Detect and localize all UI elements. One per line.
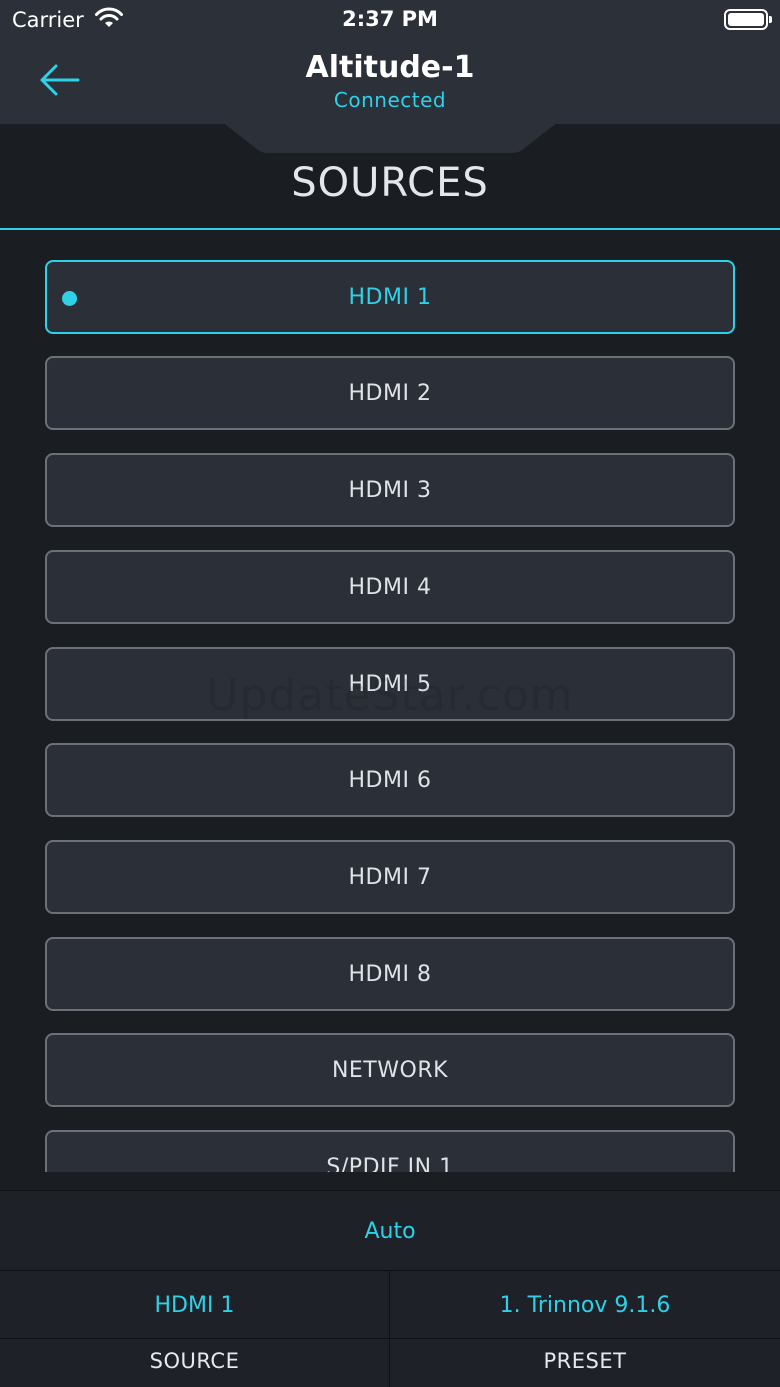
tab-source[interactable]: SOURCE — [0, 1339, 390, 1387]
source-label: HDMI 5 — [348, 672, 432, 697]
nav-header: Altitude-1 Connected — [0, 40, 780, 124]
source-button-hdmi-1[interactable]: HDMI 1 — [45, 260, 735, 334]
status-bar: Carrier 2:37 PM — [0, 0, 780, 40]
battery-icon — [724, 9, 772, 30]
current-preset-value[interactable]: 1. Trinnov 9.1.6 — [390, 1271, 780, 1339]
source-list[interactable]: HDMI 1 HDMI 2 HDMI 3 HDMI 4 HDMI 5 HDMI … — [0, 230, 780, 1172]
tab-preset[interactable]: PRESET — [390, 1339, 780, 1387]
mode-label: Auto — [364, 1219, 416, 1244]
source-button-hdmi-3[interactable]: HDMI 3 — [45, 453, 735, 527]
source-label: NETWORK — [331, 1058, 449, 1083]
source-button-hdmi-6[interactable]: HDMI 6 — [45, 743, 735, 817]
current-source-value[interactable]: HDMI 1 — [0, 1271, 390, 1339]
tab-bar: SOURCE PRESET — [0, 1338, 780, 1387]
source-button-hdmi-4[interactable]: HDMI 4 — [45, 550, 735, 624]
header-notch — [222, 122, 558, 153]
source-label: S/PDIF IN 1 — [326, 1155, 454, 1172]
source-label: HDMI 7 — [348, 865, 432, 890]
source-label: HDMI 3 — [348, 478, 432, 503]
source-button-hdmi-5[interactable]: HDMI 5 — [45, 647, 735, 721]
connection-status: Connected — [333, 88, 447, 112]
device-title: Altitude-1 — [305, 50, 475, 85]
battery-level — [728, 13, 764, 26]
source-button-spdif-in-1[interactable]: S/PDIF IN 1 — [45, 1130, 735, 1172]
source-button-hdmi-7[interactable]: HDMI 7 — [45, 840, 735, 914]
source-label: HDMI 1 — [348, 285, 432, 310]
source-label: HDMI 2 — [348, 381, 432, 406]
tab-values-row: HDMI 1 1. Trinnov 9.1.6 — [0, 1270, 780, 1339]
mode-selector[interactable]: Auto — [0, 1190, 780, 1270]
source-label: HDMI 8 — [348, 962, 432, 987]
source-button-network[interactable]: NETWORK — [45, 1033, 735, 1107]
source-label: HDMI 4 — [348, 575, 432, 600]
source-button-hdmi-2[interactable]: HDMI 2 — [45, 356, 735, 430]
source-button-hdmi-8[interactable]: HDMI 8 — [45, 937, 735, 1011]
clock: 2:37 PM — [342, 7, 438, 31]
section-title: SOURCES — [291, 160, 489, 206]
bottom-panel: Auto HDMI 1 1. Trinnov 9.1.6 SOURCE PRES… — [0, 1190, 780, 1387]
source-label: HDMI 6 — [348, 768, 432, 793]
